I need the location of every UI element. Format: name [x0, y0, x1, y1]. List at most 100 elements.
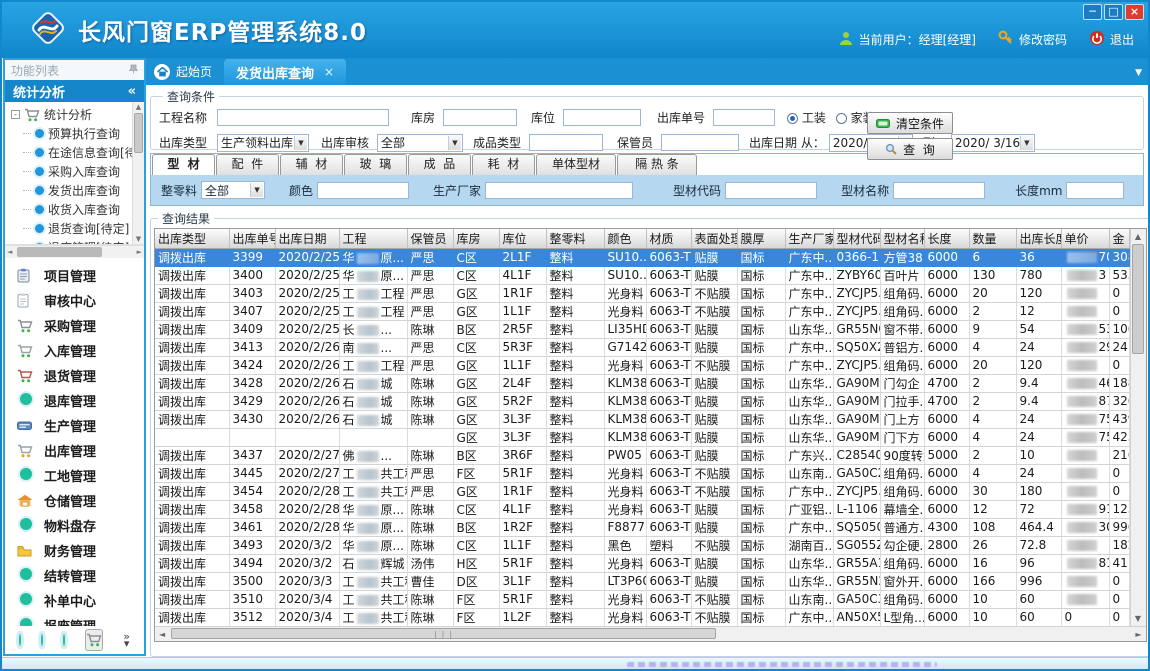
table-row[interactable]: G区3L3F整料KLM38176063-T5贴膜国标山东华...GA90M09.…: [155, 428, 1129, 446]
scroll-down-icon[interactable]: ▼: [133, 235, 144, 243]
table-row[interactable]: 调拨出库34002020/2/25华原...严思C区4L1F整料SU10...6…: [155, 266, 1129, 284]
date-to-select[interactable]: 2020/ 3/16▼: [951, 134, 1035, 152]
table-row[interactable]: 调拨出库34282020/2/26石城陈琳G区2L4F整料KLM38176063…: [155, 374, 1129, 392]
table-row[interactable]: 调拨出库34932020/3/2华原...陈琳C区1L1F整料黑色塑料不贴膜国标…: [155, 536, 1129, 554]
scroll-right-icon[interactable]: ►: [137, 248, 142, 256]
column-header-loc[interactable]: 库位: [499, 229, 546, 248]
scroll-left-icon[interactable]: ◄: [7, 248, 12, 256]
sidebar-menu-item[interactable]: 项目管理: [5, 263, 144, 288]
column-header-film[interactable]: 膜厚: [737, 229, 785, 248]
tree-item[interactable]: 预算执行查询: [11, 124, 130, 143]
column-header-mat[interactable]: 材质: [646, 229, 691, 248]
sidebar-menu-item[interactable]: 出库管理: [5, 438, 144, 463]
scroll-left-icon[interactable]: ◄: [159, 630, 165, 639]
footer-dot-button[interactable]: [41, 634, 43, 646]
column-header-len[interactable]: 长度: [924, 229, 969, 248]
filter-input-5[interactable]: [893, 182, 985, 199]
table-row[interactable]: 调拨出库34612020/2/28华原...陈琳B区1R2F整料F8877FT6…: [155, 518, 1129, 536]
table-row[interactable]: 调拨出库35002020/3/3工共工程曹佳D区3L1F整料LT3P606063…: [155, 572, 1129, 590]
close-tab-icon[interactable]: ×: [324, 65, 334, 79]
table-horizontal-scrollbar[interactable]: ◄ ❘❘❘ ►: [155, 626, 1146, 641]
scroll-thumb[interactable]: [1132, 244, 1144, 354]
tree-item[interactable]: 退库管理[待定]: [11, 238, 130, 244]
sidebar-menu-item[interactable]: 财务管理: [5, 538, 144, 563]
sidebar-menu-item[interactable]: 退库管理: [5, 388, 144, 413]
filter-input-2[interactable]: [317, 182, 409, 199]
column-header-amt[interactable]: 金: [1109, 229, 1129, 248]
material-tab[interactable]: 成 品: [408, 154, 471, 175]
table-row[interactable]: 调拨出库34452020/2/27工共工程严思F区5R1F整料光身料6063-T…: [155, 464, 1129, 482]
radio-gongzhuang[interactable]: 工装: [787, 109, 826, 126]
table-row[interactable]: 调拨出库34032020/2/25工工程严思G区1R1F整料光身料6063-T5…: [155, 284, 1129, 302]
scroll-thumb[interactable]: [134, 113, 143, 153]
tree-item[interactable]: 在途信息查询[待: [11, 143, 130, 162]
scroll-right-icon[interactable]: ►: [1135, 630, 1141, 639]
sidebar-menu-item[interactable]: 审核中心: [5, 288, 144, 313]
table-row[interactable]: 调拨出库34132020/2/26南...严思C区5R3F整料G71422606…: [155, 338, 1129, 356]
table-row[interactable]: 调拨出库34942020/3/2石辉城汤伟H区5R1F整料光身料6063-T5贴…: [155, 554, 1129, 572]
column-header-outlen[interactable]: 出库长度: [1016, 229, 1061, 248]
sidebar-menu-item[interactable]: 退货管理: [5, 363, 144, 388]
column-header-wh[interactable]: 库房: [453, 229, 499, 248]
filter-input-6[interactable]: [1066, 182, 1124, 199]
sidebar-menu-item[interactable]: 入库管理: [5, 338, 144, 363]
tree-item[interactable]: 退货查询[待定]: [11, 219, 130, 238]
maximize-button[interactable]: □: [1104, 4, 1123, 20]
table-row[interactable]: 调拨出库34292020/2/26石城陈琳G区5R2F整料KLM38176063…: [155, 392, 1129, 410]
scroll-up-icon[interactable]: ▲: [133, 103, 144, 111]
column-header-qty[interactable]: 数量: [969, 229, 1016, 248]
tab-home[interactable]: 起始页: [146, 58, 224, 85]
keeper-input[interactable]: [661, 134, 739, 151]
pin-icon[interactable]: [129, 63, 138, 77]
scroll-thumb[interactable]: ❘❘❘: [171, 628, 716, 639]
table-row[interactable]: 调拨出库34372020/2/27佛...陈琳B区3R6F整料PW056063-…: [155, 446, 1129, 464]
table-row[interactable]: 调拨出库35102020/3/4工共工程陈琳F区5R1F整料光身料6063-T5…: [155, 590, 1129, 608]
column-header-keeper[interactable]: 保管员: [407, 229, 453, 248]
warehouse-input[interactable]: [443, 109, 517, 126]
tree-item[interactable]: 收货入库查询: [11, 200, 130, 219]
change-password-button[interactable]: 修改密码: [998, 30, 1067, 49]
table-row[interactable]: 调拨出库34092020/2/25长...陈琳B区2R5F整料LI35HD606…: [155, 320, 1129, 338]
logout-button[interactable]: 退出: [1089, 30, 1134, 49]
filter-input-4[interactable]: [725, 182, 817, 199]
out-type-select[interactable]: 生产领料出库▼: [217, 134, 309, 152]
location-input[interactable]: [563, 109, 641, 126]
sidebar-menu-item[interactable]: 物料盘存: [5, 513, 144, 538]
sidebar-menu-item[interactable]: 报废管理: [5, 613, 144, 626]
minimize-button[interactable]: ─: [1083, 4, 1102, 20]
column-header-price[interactable]: 单价: [1061, 229, 1109, 248]
tree-item[interactable]: 发货出库查询: [11, 181, 130, 200]
table-vertical-scrollbar[interactable]: ▲ ▼: [1130, 229, 1146, 626]
close-button[interactable]: ×: [1125, 4, 1144, 20]
expander-icon[interactable]: -: [11, 110, 20, 119]
table-row[interactable]: 调拨出库34542020/2/28工共工程严思G区1R1F整料光身料6063-T…: [155, 482, 1129, 500]
material-tab[interactable]: 辅 材: [280, 154, 343, 175]
tab-outbound-query[interactable]: 发货出库查询 ×: [224, 59, 346, 85]
table-row[interactable]: 调拨出库34582020/2/28华原...陈琳C区4L1F整料光身料6063-…: [155, 500, 1129, 518]
project-name-input[interactable]: [217, 109, 389, 126]
column-header-proj[interactable]: 工程: [339, 229, 407, 248]
scroll-up-icon[interactable]: ▲: [1131, 232, 1146, 241]
material-tab[interactable]: 隔 热 条: [617, 154, 697, 175]
sidebar-menu-item[interactable]: 采购管理: [5, 313, 144, 338]
table-row[interactable]: 调拨出库34242020/2/26工工程严思G区1L1F整料光身料6063-T5…: [155, 356, 1129, 374]
more-panels-button[interactable]: »▾: [123, 633, 130, 647]
tree-horizontal-scrollbar[interactable]: ◄ ►: [5, 245, 144, 258]
column-header-whole[interactable]: 整零料: [546, 229, 604, 248]
table-row[interactable]: 调拨出库35122020/3/4工共工程陈琳F区1L2F整料光身料6063-T5…: [155, 608, 1129, 626]
column-header-date[interactable]: 出库日期: [275, 229, 339, 248]
footer-cart-button[interactable]: [85, 629, 103, 651]
scroll-down-icon[interactable]: ▼: [1131, 614, 1146, 623]
material-tab[interactable]: 配 件: [216, 154, 279, 175]
column-header-color[interactable]: 颜色: [604, 229, 646, 248]
product-type-input[interactable]: [529, 134, 603, 151]
order-number-input[interactable]: [713, 109, 775, 126]
audit-select[interactable]: 全部▼: [377, 134, 463, 152]
filter-input-3[interactable]: [485, 182, 633, 199]
sidebar-menu-item[interactable]: 结转管理: [5, 563, 144, 588]
column-header-code[interactable]: 型材代码: [833, 229, 880, 248]
material-tab[interactable]: 玻 璃: [344, 154, 407, 175]
search-button[interactable]: 查 询: [867, 138, 953, 160]
filter-select-1[interactable]: 全部▼: [201, 181, 265, 199]
footer-dot-button[interactable]: [63, 634, 65, 646]
